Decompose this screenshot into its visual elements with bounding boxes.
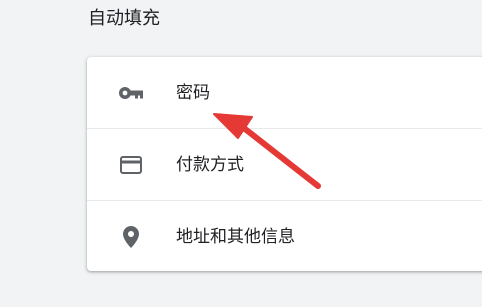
autofill-item-addresses[interactable]: 地址和其他信息 bbox=[87, 200, 482, 272]
location-pin-icon bbox=[118, 224, 144, 250]
autofill-item-passwords[interactable]: 密码 bbox=[87, 57, 482, 128]
autofill-item-label: 密码 bbox=[176, 82, 210, 103]
autofill-item-label: 付款方式 bbox=[176, 154, 244, 175]
autofill-card: 密码 付款方式 地址和其他信息 bbox=[87, 57, 482, 271]
section-title: 自动填充 bbox=[88, 8, 160, 29]
key-icon bbox=[118, 80, 144, 106]
credit-card-icon bbox=[118, 152, 144, 178]
autofill-item-payment-methods[interactable]: 付款方式 bbox=[87, 128, 482, 200]
autofill-item-label: 地址和其他信息 bbox=[176, 226, 295, 247]
autofill-settings-page: 自动填充 密码 付款方式 地址和其他信息 bbox=[0, 0, 482, 307]
